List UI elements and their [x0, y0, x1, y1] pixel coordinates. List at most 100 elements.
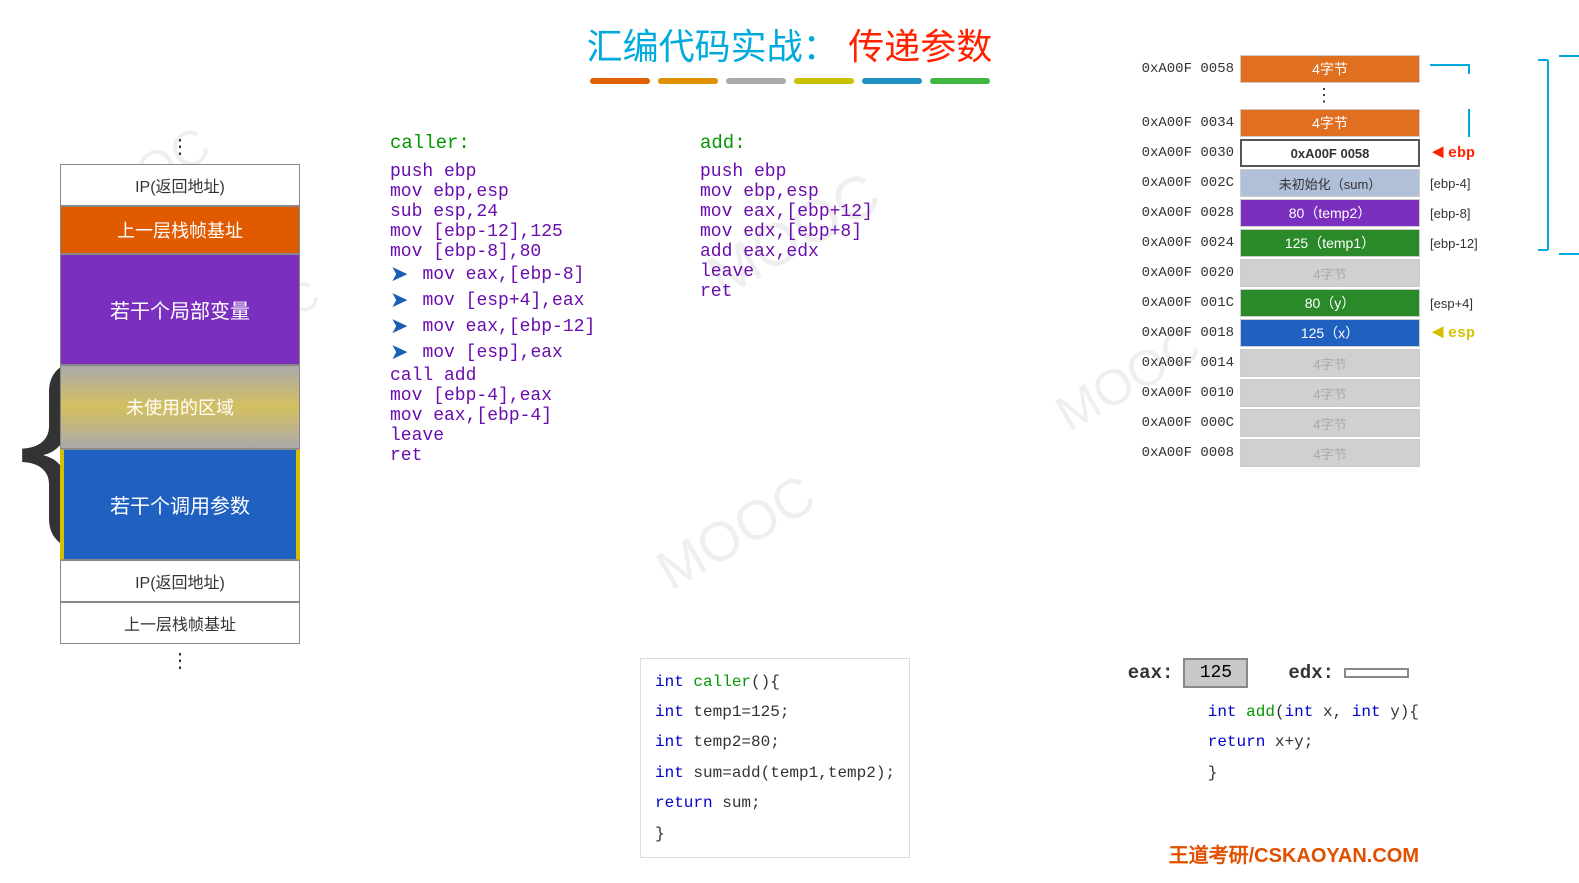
addr-0018: 0xA00F 0018: [1129, 325, 1234, 341]
registers-display: eax: 125 edx:: [1128, 658, 1409, 688]
code-leave: leave: [390, 426, 595, 446]
stack-diagram: { 栈帧结构 ⋮ IP(返回地址) 上一层栈帧基址 若干个局部变量 未使用的区域…: [60, 130, 300, 678]
eax-label: eax:: [1128, 662, 1174, 684]
stack-dots-bottom: ⋮: [60, 644, 300, 678]
add-label: add:: [700, 125, 873, 162]
code-mov-eax-ebp4: mov eax,[ebp-4]: [390, 406, 595, 426]
eax-value: 125: [1200, 663, 1232, 683]
mem-row-0030: 0xA00F 0030 0xA00F 0058 ◄ ebp: [1129, 139, 1529, 167]
addr-0030: 0xA00F 0030: [1129, 145, 1234, 161]
label-002c: [ebp-4]: [1430, 176, 1470, 191]
mem-row-0008: 0xA00F 0008 4字节: [1129, 439, 1529, 467]
cell-call-params-label: 若干个调用参数: [110, 496, 250, 518]
code-mov-ebp8-80: mov [ebp-8],80: [390, 242, 595, 262]
cell-0014: 4字节: [1240, 349, 1420, 377]
color-seg-1: [590, 78, 650, 84]
cell-local-vars-label: 若干个局部变量: [110, 301, 250, 323]
bc-line-2: int temp1=125;: [655, 697, 895, 727]
bottom-caller-code: int caller(){ int temp1=125; int temp2=8…: [640, 658, 910, 858]
mem-row-000c: 0xA00F 000C 4字节: [1129, 409, 1529, 437]
add-mov-ebp-esp: mov ebp,esp: [700, 182, 873, 202]
cell-0024: 125（temp1）: [1240, 229, 1420, 257]
cell-prev-ebp-bottom: 上一层栈帧基址: [60, 602, 300, 644]
watermark-5: MOOC: [645, 462, 825, 603]
cell-unused-label: 未使用的区域: [126, 398, 234, 418]
mem-row-0058: 0xA00F 0058 4字节: [1129, 55, 1529, 83]
cell-001c: 80（y）: [1240, 289, 1420, 317]
edx-label: edx:: [1288, 662, 1334, 684]
cell-ip-return-bottom-label: IP(返回地址): [135, 575, 225, 592]
cell-ip-return-top: IP(返回地址): [60, 164, 300, 206]
label-0024: [ebp-12]: [1430, 236, 1478, 251]
right-bottom-code: int add(int x, int y){ return x+y; }: [1208, 697, 1419, 788]
mem-row-002c: 0xA00F 002C 未初始化（sum） [ebp-4]: [1129, 169, 1529, 197]
addr-0058: 0xA00F 0058: [1129, 61, 1234, 77]
brand-label: 王道考研/CSKAOYAN.COM: [1169, 839, 1419, 868]
code-mov-esp-eax: ➤ mov [esp],eax: [390, 340, 595, 366]
cell-0030: 0xA00F 0058: [1240, 139, 1420, 167]
cell-0028: 80（temp2）: [1240, 199, 1420, 227]
add-ret: ret: [700, 282, 873, 302]
cell-ip-return-top-label: IP(返回地址): [135, 179, 225, 196]
cell-000c: 4字节: [1240, 409, 1420, 437]
addr-0020: 0xA00F 0020: [1129, 265, 1234, 281]
code-ret: ret: [390, 446, 595, 466]
memory-diagram: 0xA00F 0058 4字节 ⋮ 0xA00F 0034 4字节 0xA00F…: [1129, 55, 1529, 469]
addr-0024: 0xA00F 0024: [1129, 235, 1234, 251]
title-sub: 传递参数: [848, 26, 992, 67]
cell-prev-ebp-bottom-label: 上一层栈帧基址: [124, 617, 236, 634]
add-leave: leave: [700, 262, 873, 282]
color-bar: [380, 78, 1199, 84]
cell-0008: 4字节: [1240, 439, 1420, 467]
code-mov-esp4-eax: ➤ mov [esp+4],eax: [390, 288, 595, 314]
mem-row-0014: 0xA00F 0014 4字节: [1129, 349, 1529, 377]
color-seg-6: [930, 78, 990, 84]
cell-0034: 4字节: [1240, 109, 1420, 137]
label-0028: [ebp-8]: [1430, 206, 1470, 221]
code-mov-ebp-esp: mov ebp,esp: [390, 182, 595, 202]
p-bracket-container: [1513, 55, 1563, 260]
cell-ip-return-bottom: IP(返回地址): [60, 560, 300, 602]
code-mov-eax-ebp12: ➤ mov eax,[ebp-12]: [390, 314, 595, 340]
bc-line-4: int sum=add(temp1,temp2);: [655, 758, 895, 788]
rbc-line-2: return x+y;: [1208, 727, 1419, 757]
cell-unused: 未使用的区域: [60, 365, 300, 449]
bc-line-1: int caller(){: [655, 667, 895, 697]
eax-box: 125: [1183, 658, 1248, 688]
label-001c: [esp+4]: [1430, 296, 1473, 311]
rbc-line-1: int add(int x, int y){: [1208, 697, 1419, 727]
rbc-line-3: }: [1208, 758, 1419, 788]
mem-row-0028: 0xA00F 0028 80（temp2） [ebp-8]: [1129, 199, 1529, 227]
addr-002c: 0xA00F 002C: [1129, 175, 1234, 191]
code-sub-esp: sub esp,24: [390, 202, 595, 222]
mem-row-001c: 0xA00F 001C 80（y） [esp+4]: [1129, 289, 1529, 317]
addr-000c: 0xA00F 000C: [1129, 415, 1234, 431]
add-mov-eax: mov eax,[ebp+12]: [700, 202, 873, 222]
mem-row-0020: 0xA00F 0020 4字节: [1129, 259, 1529, 287]
mem-row-0010: 0xA00F 0010 4字节: [1129, 379, 1529, 407]
addr-0014: 0xA00F 0014: [1129, 355, 1234, 371]
cell-0010: 4字节: [1240, 379, 1420, 407]
caller-code-block: caller: push ebp mov ebp,esp sub esp,24 …: [390, 125, 595, 466]
cell-002c: 未初始化（sum）: [1240, 169, 1420, 197]
stack-dots-top: ⋮: [60, 130, 300, 164]
color-seg-4: [794, 78, 854, 84]
caller-label: caller:: [390, 125, 595, 162]
edx-box: [1344, 668, 1409, 678]
add-add-eax-edx: add eax,edx: [700, 242, 873, 262]
code-call-add: call add: [390, 366, 595, 386]
addr-0034: 0xA00F 0034: [1129, 115, 1234, 131]
mem-row-0034: 0xA00F 0034 4字节: [1129, 109, 1529, 137]
cell-0058: 4字节: [1240, 55, 1420, 83]
bc-line-5: return sum;: [655, 788, 895, 818]
color-seg-3: [726, 78, 786, 84]
code-push-ebp: push ebp: [390, 162, 595, 182]
addr-0010: 0xA00F 0010: [1129, 385, 1234, 401]
add-code-block: add: push ebp mov ebp,esp mov eax,[ebp+1…: [700, 125, 873, 302]
cell-0018: 125（x）: [1240, 319, 1420, 347]
cell-prev-ebp: 上一层栈帧基址: [60, 206, 300, 254]
addr-0008: 0xA00F 0008: [1129, 445, 1234, 461]
cell-local-vars: 若干个局部变量: [60, 254, 300, 365]
p-bracket-svg: [1513, 55, 1563, 255]
title-area: 汇编代码实战： 传递参数: [380, 0, 1199, 70]
